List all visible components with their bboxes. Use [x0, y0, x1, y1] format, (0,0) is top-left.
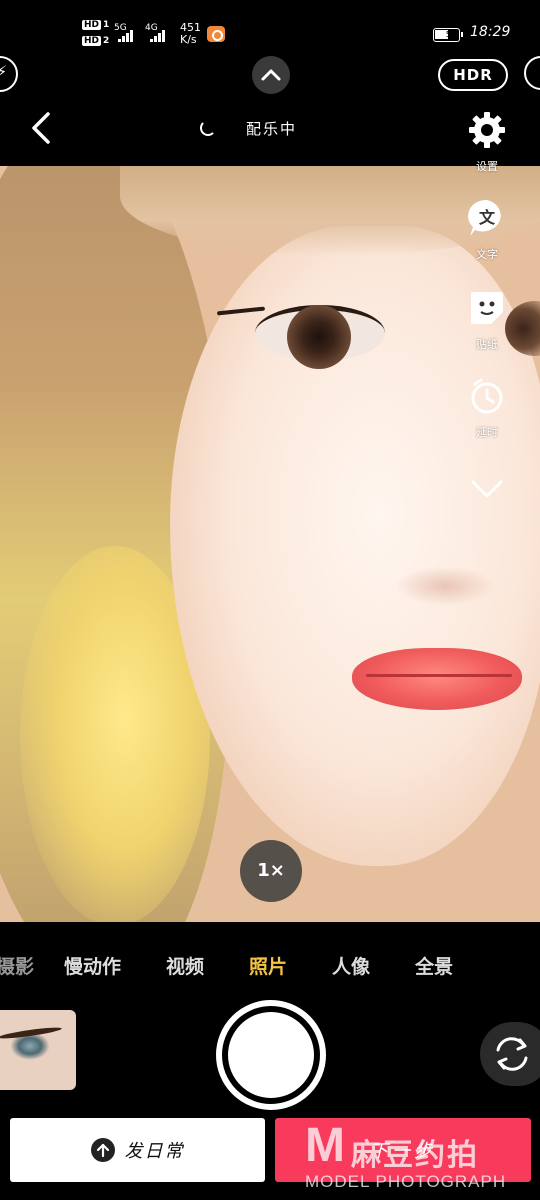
side-menu-more-button[interactable]: [455, 468, 519, 512]
side-item-label: 设置: [476, 160, 498, 173]
next-step-label: 下一步: [370, 1141, 436, 1162]
sim2-number: 2: [103, 36, 110, 46]
switch-camera-icon: [496, 1037, 528, 1071]
sticker-icon: [471, 292, 503, 324]
hd2-badge: HD: [82, 36, 102, 46]
svg-text:文: 文: [479, 208, 496, 227]
side-item-label: 延时: [476, 426, 498, 439]
sim1-hd-indicator: HD 1: [82, 20, 111, 30]
mode-video[interactable]: 视频: [166, 952, 204, 979]
battery-level: 57: [445, 30, 456, 39]
upload-arrow-icon: [90, 1138, 115, 1162]
side-item-settings[interactable]: 设置: [455, 110, 519, 174]
network-speed-unit: K/s: [180, 33, 197, 46]
next-step-button[interactable]: 下一步: [275, 1118, 531, 1182]
text-icon: 文: [468, 199, 501, 236]
side-item-text[interactable]: 文 文字: [455, 198, 519, 262]
loading-spinner-icon: [200, 120, 216, 136]
mode-photo[interactable]: 照片: [249, 952, 287, 979]
music-status[interactable]: 配乐中: [200, 116, 297, 140]
expand-settings-button[interactable]: [252, 56, 290, 94]
timer-toggle-icon[interactable]: [524, 56, 540, 90]
post-daily-label: 发日常: [124, 1141, 185, 1162]
shutter-button[interactable]: [216, 1000, 326, 1110]
hd1-badge: HD: [82, 20, 102, 30]
flash-icon[interactable]: [0, 56, 18, 92]
status-bar: HD 1 HD 2 5G 4G 451 K/s 57 18:29: [0, 0, 540, 56]
mode-photography[interactable]: 摄影: [0, 952, 34, 979]
chevron-left-icon: [32, 112, 50, 144]
mode-strip: 摄影 慢动作 视频 照片 人像 全景: [0, 922, 540, 1006]
sim1-number: 1: [103, 20, 110, 30]
camera-preview[interactable]: [0, 166, 540, 922]
side-item-label: 贴纸: [476, 338, 498, 351]
side-item-label: 文字: [476, 248, 498, 261]
notification-app-icon: [207, 26, 225, 42]
battery-icon: 57: [433, 28, 463, 42]
network-speed: 451 K/s: [180, 22, 201, 46]
mode-panorama[interactable]: 全景: [415, 952, 453, 979]
signal-bars-2-icon: [150, 30, 170, 42]
side-item-sticker[interactable]: 贴纸: [455, 288, 519, 352]
switch-camera-button[interactable]: [480, 1022, 540, 1086]
preview-nose: [395, 566, 495, 606]
mode-portrait[interactable]: 人像: [332, 952, 370, 979]
gear-icon: [469, 112, 505, 148]
zoom-button[interactable]: 1×: [240, 840, 302, 902]
sim2-hd-indicator: HD 2: [82, 36, 111, 46]
side-item-timer[interactable]: 延时: [455, 376, 519, 440]
post-daily-button[interactable]: 发日常: [10, 1118, 265, 1182]
music-status-label: 配乐中: [246, 119, 298, 138]
clock: 18:29: [470, 24, 511, 40]
timer-icon: [471, 378, 503, 414]
signal-bars-1-icon: [118, 30, 138, 42]
mode-slow-motion[interactable]: 慢动作: [64, 952, 121, 979]
hdr-button[interactable]: HDR: [438, 59, 508, 91]
chevron-up-icon: [261, 69, 281, 81]
back-button[interactable]: [26, 108, 58, 148]
preview-eye: [216, 291, 395, 371]
gallery-thumbnail[interactable]: [0, 1010, 76, 1090]
preview-lips: [352, 648, 522, 710]
chevron-down-icon: [471, 480, 503, 498]
